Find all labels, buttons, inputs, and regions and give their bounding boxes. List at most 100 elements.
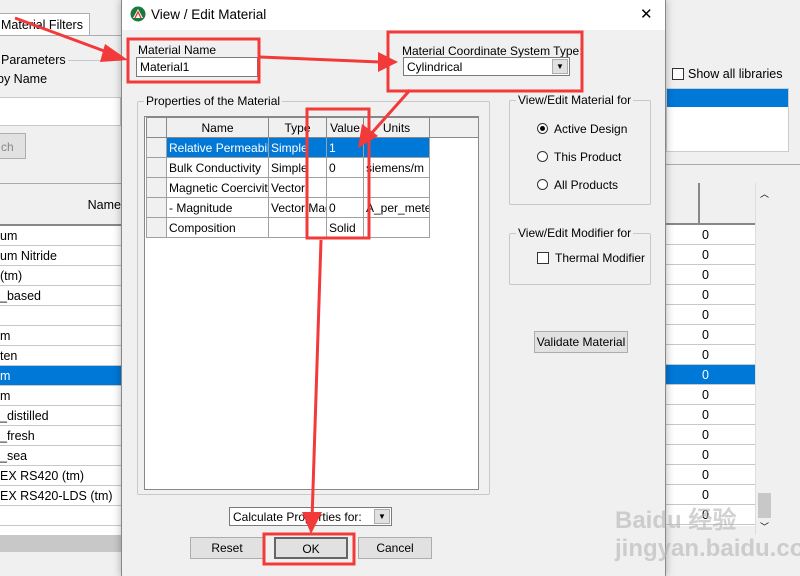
chevron-down-icon[interactable]: ▼ — [552, 59, 568, 74]
thermal-modifier-checkbox[interactable] — [537, 252, 549, 264]
property-value[interactable]: 0 — [326, 197, 364, 218]
search-button[interactable]: ch — [0, 133, 26, 159]
coord-system-label: Material Coordinate System Type: — [402, 44, 583, 58]
property-value[interactable]: 1 — [326, 137, 364, 158]
property-value[interactable]: Solid — [326, 217, 364, 238]
property-name[interactable]: Composition — [166, 217, 269, 238]
coord-system-value: Cylindrical — [407, 60, 463, 74]
row-header[interactable] — [146, 157, 167, 178]
table-row-value[interactable]: 0 — [666, 245, 756, 265]
table-row[interactable]: um Nitride — [0, 246, 121, 266]
horizontal-scrollbar[interactable] — [0, 535, 121, 552]
property-type[interactable]: Vector — [268, 177, 327, 198]
table-row[interactable] — [0, 506, 121, 526]
radio-option[interactable]: Active Design — [537, 122, 627, 150]
table-row[interactable]: _fresh — [0, 426, 121, 446]
name-filter-input[interactable] — [0, 97, 121, 126]
grid-extra-header — [429, 117, 479, 138]
view-edit-material-for-label: View/Edit Material for — [516, 93, 634, 107]
property-units[interactable] — [363, 177, 430, 198]
view-edit-modifier-label: View/Edit Modifier for — [516, 226, 634, 240]
view-edit-modifier-group: View/Edit Modifier for Thermal Modifier — [509, 226, 651, 285]
table-row-value[interactable]: 0 — [666, 265, 756, 285]
property-type[interactable]: Vector Mag — [268, 197, 327, 218]
property-name[interactable]: - Magnitude — [166, 197, 269, 218]
table-row-value[interactable]: 0 — [666, 385, 756, 405]
property-units[interactable] — [363, 217, 430, 238]
table-row[interactable]: m — [0, 366, 121, 386]
property-units[interactable] — [363, 137, 430, 158]
table-row[interactable]: _based — [0, 286, 121, 306]
row-header[interactable] — [146, 217, 167, 238]
table-row[interactable]: um — [0, 226, 121, 246]
library-list-selected-item[interactable] — [667, 89, 788, 107]
radio-button[interactable] — [537, 123, 548, 134]
property-value[interactable]: 0 — [326, 157, 364, 178]
table-row[interactable]: _sea — [0, 446, 121, 466]
vertical-scrollbar[interactable]: ︿ ﹀ — [755, 183, 773, 535]
show-all-libraries-checkbox[interactable] — [672, 68, 684, 80]
scroll-up-icon[interactable]: ︿ — [756, 187, 773, 200]
name-column-header[interactable]: Name — [88, 198, 121, 212]
column-header-value[interactable]: Value — [326, 117, 364, 138]
property-name[interactable]: Magnetic Coercivity — [166, 177, 269, 198]
properties-group: Properties of the Material Name Type Val… — [137, 94, 490, 495]
property-type[interactable] — [268, 217, 327, 238]
reset-button[interactable]: Reset — [190, 537, 264, 559]
property-name[interactable]: Bulk Conductivity — [166, 157, 269, 178]
table-row-value[interactable]: 0 — [666, 425, 756, 445]
table-row[interactable] — [0, 306, 121, 326]
property-row[interactable]: Magnetic Coercivity Vector — [146, 177, 430, 198]
column-header-type[interactable]: Type — [268, 117, 327, 138]
tab-material-filters[interactable]: Material Filters — [0, 13, 90, 36]
table-row[interactable]: _distilled — [0, 406, 121, 426]
table-row[interactable]: m — [0, 326, 121, 346]
ok-button[interactable]: OK — [274, 537, 348, 559]
table-row-value[interactable]: 0 — [666, 345, 756, 365]
table-row-value[interactable]: 0 — [666, 365, 756, 385]
cancel-button[interactable]: Cancel — [358, 537, 432, 559]
radio-option[interactable]: All Products — [537, 178, 627, 206]
property-name[interactable]: Relative Permeability — [166, 137, 269, 158]
dialog-title: View / Edit Material — [151, 7, 267, 22]
radio-button[interactable] — [537, 151, 548, 162]
table-row-value[interactable]: 0 — [666, 405, 756, 425]
property-type[interactable]: Simple — [268, 157, 327, 178]
table-row-value[interactable]: 0 — [666, 225, 756, 245]
table-row[interactable]: EX RS420-LDS (tm) — [0, 486, 121, 506]
property-units[interactable]: siemens/m — [363, 157, 430, 178]
table-row[interactable]: (tm) — [0, 266, 121, 286]
property-value[interactable] — [326, 177, 364, 198]
property-row[interactable]: - Magnitude Vector Mag 0 A_per_meter — [146, 197, 430, 218]
row-header[interactable] — [146, 177, 167, 198]
values-table: 000000000000000 — [666, 183, 756, 526]
table-row-value[interactable]: 0 — [666, 465, 756, 485]
table-row[interactable]: EX RS420 (tm) — [0, 466, 121, 486]
property-row[interactable]: Bulk Conductivity Simple 0 siemens/m — [146, 157, 430, 178]
column-header-name[interactable]: Name — [166, 117, 269, 138]
table-row-value[interactable]: 0 — [666, 325, 756, 345]
table-row-value[interactable]: 0 — [666, 305, 756, 325]
property-units[interactable]: A_per_meter — [363, 197, 430, 218]
column-header-units[interactable]: Units — [363, 117, 430, 138]
property-row[interactable]: Relative PermeabilitySimple1 — [146, 137, 430, 158]
thermal-modifier-option[interactable]: Thermal Modifier — [537, 251, 645, 265]
calculate-properties-select[interactable]: Calculate Properties for: ▼ — [229, 507, 392, 526]
close-icon[interactable]: ✕ — [640, 5, 653, 23]
table-row-value[interactable]: 0 — [666, 445, 756, 465]
radio-button[interactable] — [537, 179, 548, 190]
properties-group-label: Properties of the Material — [144, 94, 283, 108]
coord-system-select[interactable]: Cylindrical ▼ — [403, 57, 570, 76]
table-row[interactable]: ten — [0, 346, 121, 366]
row-header[interactable] — [146, 137, 167, 158]
table-row-value[interactable]: 0 — [666, 285, 756, 305]
radio-option[interactable]: This Product — [537, 150, 627, 178]
property-type[interactable]: Simple — [268, 137, 327, 158]
validate-material-button[interactable]: Validate Material — [534, 331, 628, 353]
property-row[interactable]: Composition Solid — [146, 217, 430, 238]
chevron-down-icon[interactable]: ▼ — [374, 509, 390, 524]
library-list[interactable] — [666, 88, 789, 152]
row-header[interactable] — [146, 197, 167, 218]
material-name-input[interactable]: Material1 — [136, 57, 258, 77]
table-row[interactable]: m — [0, 386, 121, 406]
